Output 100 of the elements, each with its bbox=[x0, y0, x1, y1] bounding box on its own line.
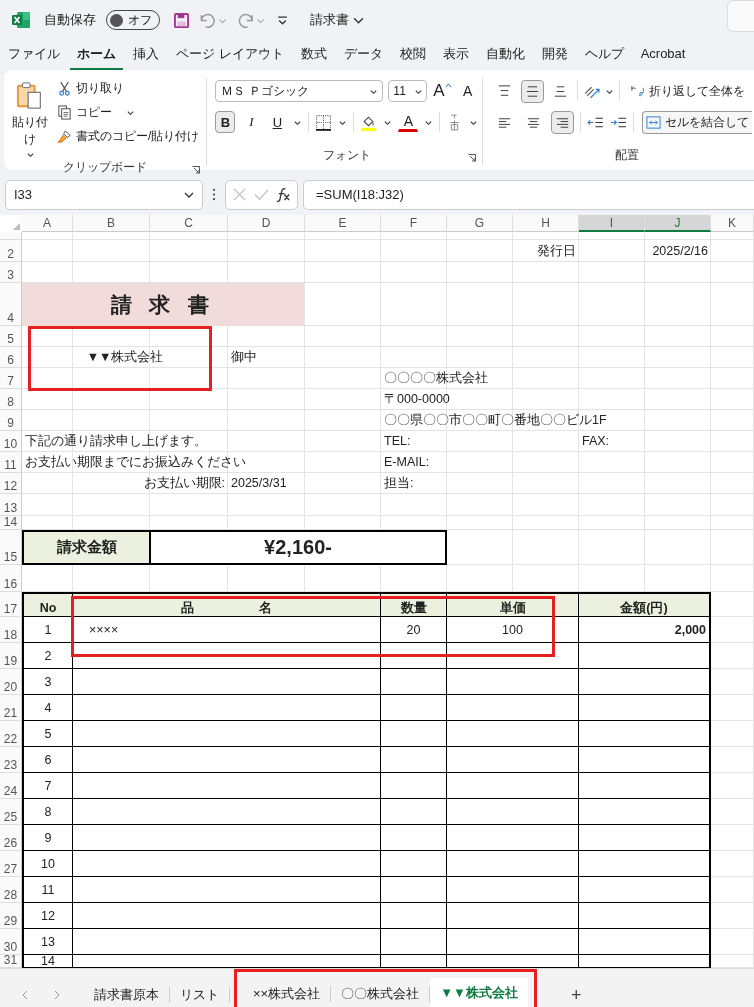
sheet-tab[interactable]: ▼▼株式会社 bbox=[430, 978, 528, 1007]
save-icon[interactable] bbox=[174, 12, 189, 28]
shrink-font-button[interactable]: A bbox=[457, 80, 478, 102]
align-middle-button[interactable] bbox=[521, 79, 545, 103]
align-middle-icon bbox=[525, 83, 541, 99]
row-header[interactable]: 12 bbox=[0, 473, 22, 494]
font-style-button[interactable]: I bbox=[241, 111, 262, 133]
table-cell: 8 bbox=[22, 799, 73, 825]
grow-font-button[interactable]: A bbox=[432, 80, 453, 102]
column-header[interactable]: I bbox=[579, 215, 645, 232]
row-header[interactable]: 2 bbox=[0, 240, 22, 262]
row-header[interactable]: 27 bbox=[0, 851, 22, 877]
row-header[interactable]: 14 bbox=[0, 516, 22, 530]
dialog-launcher-icon[interactable] bbox=[192, 166, 201, 174]
wrap-text-button[interactable]: 折り返して全体を bbox=[627, 80, 749, 102]
scroll-right-icon[interactable] bbox=[52, 989, 62, 1001]
table-header: 金額(円) bbox=[579, 592, 711, 617]
table-header: No bbox=[22, 592, 73, 617]
row-header[interactable]: 31 bbox=[0, 955, 22, 968]
check-icon[interactable] bbox=[254, 187, 269, 202]
table-cell bbox=[381, 669, 447, 695]
formula-field[interactable]: =SUM(I18:J32) bbox=[303, 179, 754, 210]
column-header[interactable]: B bbox=[73, 215, 150, 232]
row-header[interactable]: 26 bbox=[0, 825, 22, 851]
paste-button[interactable]: 貼り付け bbox=[8, 78, 52, 159]
merge-center-button[interactable]: セルを結合して bbox=[642, 110, 753, 134]
sheet-tab[interactable]: ××株式会社 bbox=[243, 979, 331, 1007]
font-size-field[interactable]: 11 bbox=[388, 80, 428, 102]
sheet-tab[interactable]: 請求書原本 bbox=[84, 980, 169, 1007]
format-painter-button[interactable]: 書式のコピー/貼り付け bbox=[54, 126, 203, 147]
function-icon[interactable] bbox=[275, 187, 291, 202]
font-style-button[interactable]: B bbox=[215, 111, 236, 133]
menu-tab[interactable]: Acrobat bbox=[633, 42, 693, 68]
scissors-icon bbox=[57, 81, 72, 96]
align-bottom-icon bbox=[553, 83, 569, 99]
copy-button[interactable]: コピー bbox=[54, 102, 203, 123]
sheet-tab[interactable]: 〇〇株式会社 bbox=[331, 979, 430, 1007]
column-header[interactable]: D bbox=[228, 215, 305, 232]
menu-tab[interactable]: 表示 bbox=[435, 40, 476, 70]
column-header[interactable]: F bbox=[381, 215, 447, 232]
row-header[interactable]: 16 bbox=[0, 565, 22, 592]
column-header[interactable]: H bbox=[513, 215, 579, 232]
sheet-tab[interactable]: リスト bbox=[170, 980, 229, 1007]
menu-tab[interactable]: 校閲 bbox=[392, 40, 433, 70]
row-header[interactable]: 17 bbox=[0, 592, 22, 617]
row-header[interactable]: 21 bbox=[0, 695, 22, 721]
total-amount: ¥2,160- bbox=[150, 530, 447, 565]
menu-tab[interactable]: ヘルプ bbox=[577, 40, 631, 70]
column-header[interactable]: A bbox=[22, 215, 73, 232]
add-sheet-button[interactable]: + bbox=[562, 984, 590, 1006]
issuer-address: 〇〇県〇〇市〇〇町〇番地〇〇ビル1F bbox=[383, 413, 608, 429]
column-header[interactable]: G bbox=[447, 215, 513, 232]
row-header[interactable]: 4 bbox=[0, 283, 22, 326]
row-header[interactable]: 7 bbox=[0, 368, 22, 389]
menu-tab[interactable]: 数式 bbox=[293, 40, 334, 70]
row-header[interactable]: 23 bbox=[0, 747, 22, 773]
row-header[interactable]: 25 bbox=[0, 799, 22, 825]
column-header[interactable]: E bbox=[305, 215, 381, 232]
column-header[interactable]: C bbox=[150, 215, 228, 232]
borders-icon[interactable] bbox=[315, 113, 333, 131]
row-header[interactable]: 5 bbox=[0, 326, 22, 347]
name-box[interactable]: I33 bbox=[5, 179, 203, 210]
menu-tab[interactable]: 自動化 bbox=[478, 40, 532, 70]
row-header[interactable]: 22 bbox=[0, 721, 22, 747]
fill-color-icon[interactable] bbox=[360, 113, 378, 131]
row-header[interactable]: 28 bbox=[0, 877, 22, 903]
row-header[interactable]: 29 bbox=[0, 903, 22, 929]
row-header[interactable]: 6 bbox=[0, 347, 22, 368]
row-header[interactable]: 24 bbox=[0, 773, 22, 799]
scroll-left-icon[interactable] bbox=[20, 989, 30, 1001]
menu-tab[interactable]: 挿入 bbox=[126, 40, 166, 70]
menu-tab[interactable]: ページ レイアウト bbox=[169, 40, 291, 70]
more-options-icon[interactable] bbox=[212, 188, 216, 201]
row-header[interactable]: 11 bbox=[0, 452, 22, 473]
dialog-launcher-icon[interactable] bbox=[468, 154, 477, 162]
search-field[interactable] bbox=[727, 0, 754, 32]
row-header[interactable]: 3 bbox=[0, 262, 22, 283]
font-style-button[interactable]: U bbox=[267, 111, 288, 133]
column-header[interactable]: K bbox=[711, 215, 754, 232]
row-header[interactable]: 10 bbox=[0, 431, 22, 452]
column-header[interactable]: J bbox=[645, 215, 711, 232]
customize-caret-icon[interactable] bbox=[277, 14, 288, 26]
row-header[interactable]: 18 bbox=[0, 617, 22, 643]
row-header[interactable]: 15 bbox=[0, 530, 22, 565]
align-right-button[interactable] bbox=[551, 110, 575, 134]
table-cell bbox=[381, 721, 447, 747]
table-cell: 5 bbox=[22, 721, 73, 747]
menu-tab[interactable]: ファイル bbox=[1, 40, 67, 70]
row-header[interactable]: 19 bbox=[0, 643, 22, 669]
row-header[interactable]: 30 bbox=[0, 929, 22, 955]
row-header[interactable]: 20 bbox=[0, 669, 22, 695]
row-header[interactable]: 9 bbox=[0, 410, 22, 431]
menu-tab[interactable]: 開発 bbox=[534, 40, 575, 70]
row-header[interactable]: 13 bbox=[0, 494, 22, 516]
document-title[interactable]: 請求書 bbox=[310, 11, 349, 29]
menu-tab[interactable]: データ bbox=[336, 40, 390, 70]
font-color-button[interactable]: A bbox=[398, 112, 419, 132]
cut-button[interactable]: 切り取り bbox=[54, 78, 203, 99]
row-header[interactable]: 8 bbox=[0, 389, 22, 410]
font-name-field[interactable]: ＭＳ Ｐゴシック bbox=[215, 80, 384, 102]
